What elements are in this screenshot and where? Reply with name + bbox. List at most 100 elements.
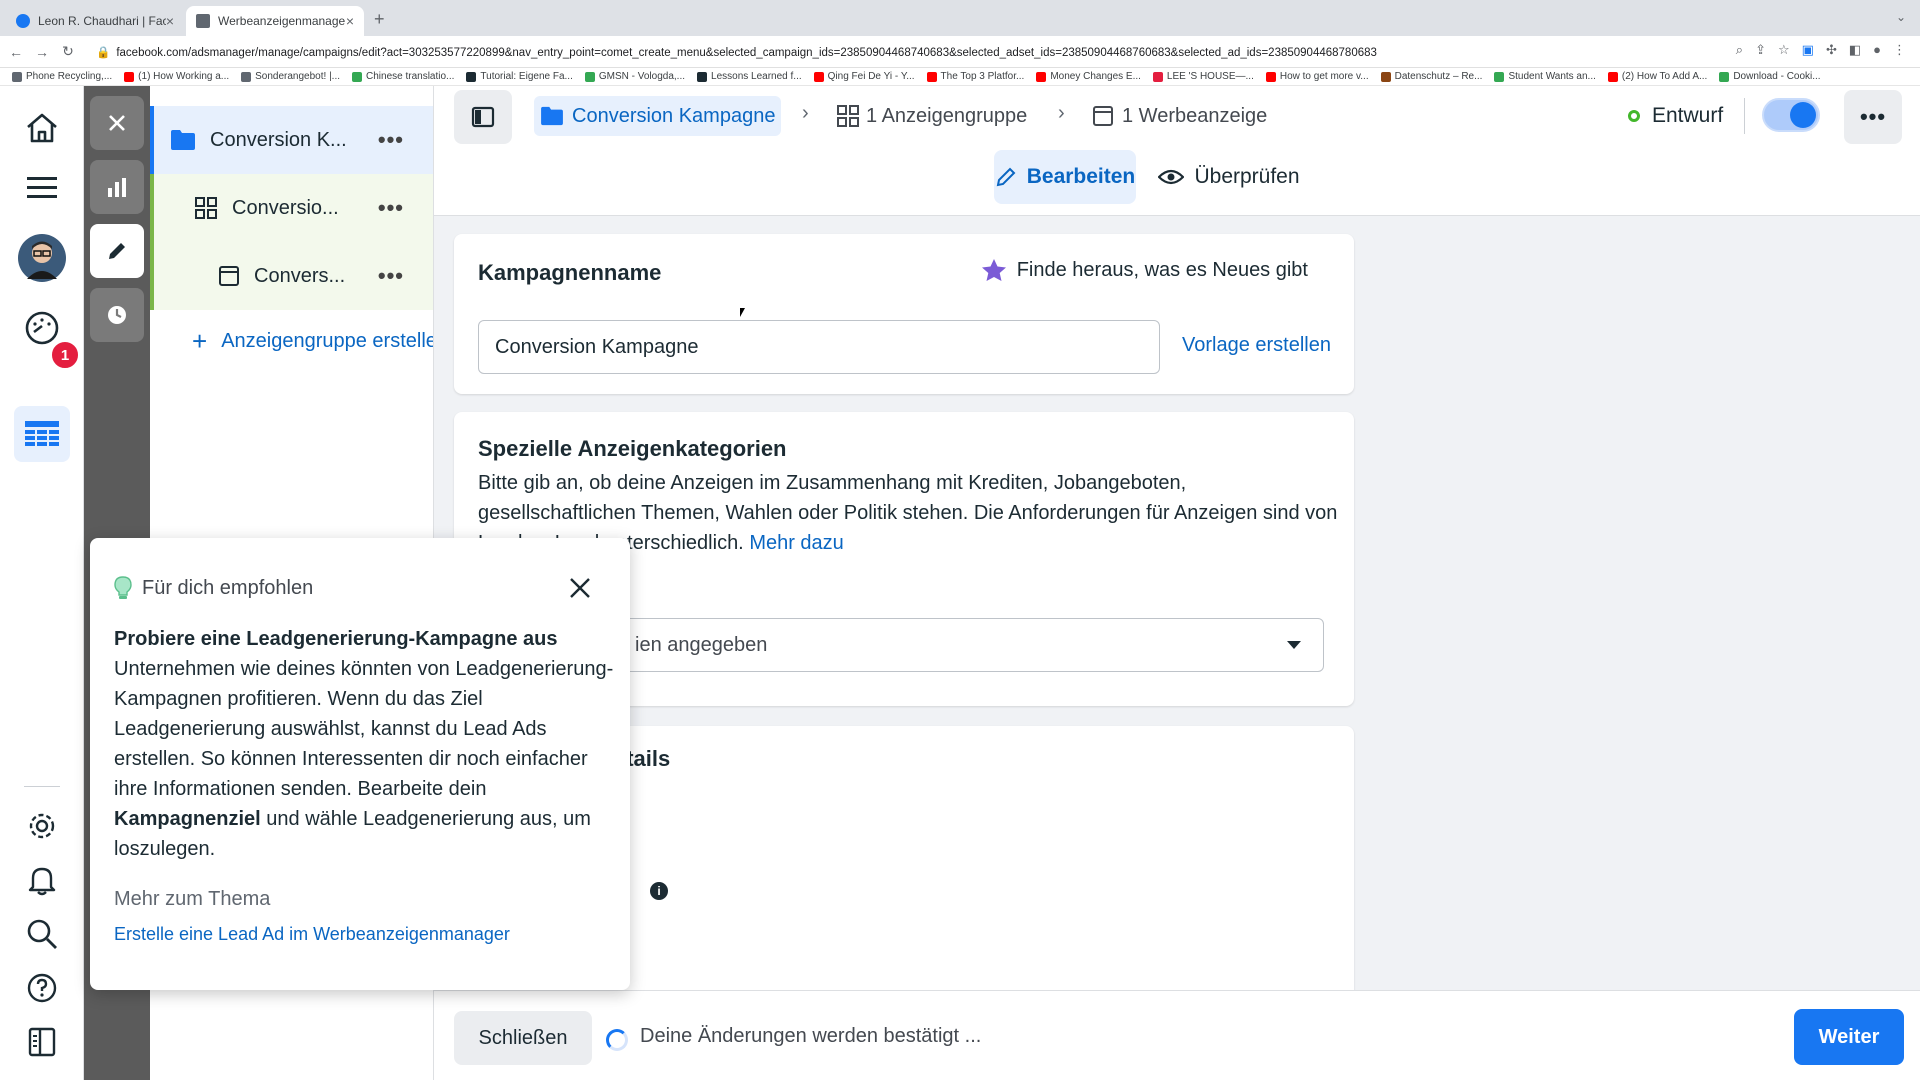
campaign-active-toggle[interactable]: [1762, 98, 1820, 132]
menu-icon: [27, 177, 57, 198]
extensions-puzzle-icon[interactable]: ✣: [1826, 42, 1837, 58]
bookmark-item[interactable]: Download - Cooki...: [1719, 71, 1821, 82]
popover-header: Für dich empfohlen: [114, 576, 313, 600]
bookmark-item[interactable]: Phone Recycling,...: [12, 71, 112, 82]
tab-title: Leon R. Chaudhari | Facebook: [38, 14, 166, 28]
bookmark-item[interactable]: Sonderangebot! |...: [241, 71, 340, 82]
close-button[interactable]: Schließen: [454, 1011, 592, 1065]
browser-tab-adsmanager[interactable]: Werbeanzeigenmanager - Wer ×: [186, 6, 364, 36]
browser-tab-facebook[interactable]: Leon R. Chaudhari | Facebook ×: [6, 6, 184, 36]
close-editor-button[interactable]: [90, 96, 144, 150]
bell-icon: [28, 867, 56, 896]
notifications-button[interactable]: [14, 852, 70, 908]
bookmark-item[interactable]: Student Wants an...: [1494, 71, 1596, 82]
next-button[interactable]: Weiter: [1794, 1009, 1904, 1065]
bookmark-item[interactable]: Tutorial: Eigene Fa...: [466, 71, 573, 82]
tree-item-ad[interactable]: Convers... •••: [150, 242, 433, 310]
bookmark-item[interactable]: How to get more v...: [1265, 71, 1369, 82]
history-button[interactable]: [90, 288, 144, 342]
editor-footer: Schließen Deine Änderungen werden bestät…: [434, 990, 1920, 1080]
extension-facebook-icon[interactable]: ▣: [1802, 42, 1814, 58]
chevron-right-icon: ›: [802, 102, 809, 124]
ad-more-icon[interactable]: •••: [378, 263, 404, 289]
bookmark-item[interactable]: Money Changes E...: [1036, 71, 1141, 82]
whats-new-link[interactable]: Finde heraus, was es Neues gibt: [981, 258, 1308, 282]
sidepanel-icon[interactable]: ◧: [1849, 42, 1861, 58]
toggle-tree-panel-button[interactable]: [454, 90, 512, 144]
search-button[interactable]: [14, 906, 70, 962]
bookmark-item[interactable]: Chinese translatio...: [352, 71, 454, 82]
loading-spinner-icon: [606, 1029, 628, 1051]
campaign-name-input[interactable]: [478, 320, 1160, 374]
bookmark-item[interactable]: (2) How To Add A...: [1607, 71, 1707, 82]
bookmark-item[interactable]: The Top 3 Platfor...: [926, 71, 1024, 82]
topbar-divider: [1744, 98, 1745, 134]
ad-frame-icon: [219, 266, 239, 286]
all-tools-button[interactable]: [14, 160, 70, 216]
breadcrumb-adsets[interactable]: 1 Anzeigengruppe: [836, 96, 1027, 136]
report-problem-button[interactable]: [14, 1014, 70, 1070]
create-adset-link[interactable]: + Anzeigengruppe erstellen: [192, 326, 433, 357]
bookmark-label: Sonderangebot! |...: [255, 71, 341, 82]
bookmark-item[interactable]: LEE 'S HOUSE—...: [1152, 71, 1254, 82]
bookmark-item[interactable]: GMSN - Vologda,...: [584, 71, 685, 82]
facebook-favicon-icon: [16, 14, 30, 28]
browser-menu-icon[interactable]: ⋮: [1893, 42, 1906, 58]
new-tab-icon[interactable]: +: [374, 9, 385, 30]
sidebar-toggle-icon: [471, 106, 495, 128]
tab-close-icon[interactable]: ×: [166, 13, 174, 29]
home-button[interactable]: [14, 100, 70, 156]
account-avatar[interactable]: [14, 230, 70, 286]
help-button[interactable]: [14, 960, 70, 1016]
tab-edit[interactable]: Bearbeiten: [994, 150, 1136, 204]
adset-grid-icon: [195, 197, 217, 219]
more-options-button[interactable]: •••: [1844, 90, 1902, 144]
charts-button[interactable]: [90, 160, 144, 214]
tree-adset-label: Conversio...: [232, 196, 339, 219]
zoom-icon[interactable]: ⌕: [1736, 42, 1743, 58]
bookmark-item[interactable]: Qing Fei De Yi - Y...: [813, 71, 915, 82]
adsmanager-favicon-icon: [196, 14, 210, 28]
tab-search-chevron-icon[interactable]: ⌄: [1896, 10, 1906, 24]
breadcrumb-campaign-label: Conversion Kampagne: [572, 104, 776, 127]
bookmark-label: (1) How Working a...: [138, 71, 230, 82]
pencil-icon: [109, 243, 125, 259]
bookmark-favicon-icon: [466, 71, 477, 82]
tab-close-icon[interactable]: ×: [346, 13, 354, 29]
bookmark-favicon-icon: [926, 71, 937, 82]
info-icon[interactable]: i: [650, 882, 668, 900]
popover-lead-ad-link[interactable]: Erstelle eine Lead Ad im Werbeanzeigenma…: [114, 924, 510, 945]
adset-grid-icon: [837, 105, 859, 127]
forward-icon[interactable]: →: [32, 44, 52, 60]
close-icon[interactable]: [568, 576, 592, 600]
ad-frame-icon: [1093, 106, 1113, 126]
edit-mode-button[interactable]: [90, 224, 144, 278]
reload-icon[interactable]: ↻: [58, 43, 78, 60]
learn-more-link[interactable]: Mehr dazu: [749, 532, 844, 554]
settings-button[interactable]: [14, 798, 70, 854]
adset-more-icon[interactable]: •••: [378, 195, 404, 221]
bookmark-item[interactable]: (1) How Working a...: [124, 71, 229, 82]
recommendation-popover: Für dich empfohlen Probiere eine Leadgen…: [90, 538, 630, 990]
nav-divider: [24, 786, 60, 787]
tab-review[interactable]: Überprüfen: [1154, 150, 1304, 204]
back-icon[interactable]: ←: [6, 44, 26, 60]
breadcrumb-ads[interactable]: 1 Werbeanzeige: [1092, 96, 1267, 136]
more-dots-icon: •••: [1859, 104, 1887, 129]
ads-manager-button[interactable]: [14, 406, 70, 462]
bookmark-item[interactable]: Datenschutz – Re...: [1380, 71, 1482, 82]
tree-item-adset[interactable]: Conversio... •••: [150, 174, 433, 242]
folder-icon: [541, 106, 563, 126]
share-icon[interactable]: ⇪: [1755, 42, 1766, 58]
campaign-more-icon[interactable]: •••: [378, 127, 404, 153]
bookmark-item[interactable]: Lessons Learned f...: [697, 71, 802, 82]
profile-avatar-icon[interactable]: ●: [1873, 42, 1881, 58]
url-field[interactable]: 🔒 facebook.com/adsmanager/manage/campaign…: [96, 45, 1656, 59]
create-template-link[interactable]: Vorlage erstellen: [1182, 334, 1331, 357]
bookmark-favicon-icon: [697, 71, 708, 82]
bookmark-star-icon[interactable]: ☆: [1778, 42, 1790, 58]
bookmark-label: Student Wants an...: [1508, 71, 1596, 82]
bookmark-label: Download - Cooki...: [1733, 71, 1821, 82]
tree-item-campaign[interactable]: Conversion K... •••: [150, 106, 433, 174]
breadcrumb-campaign[interactable]: Conversion Kampagne: [534, 96, 782, 136]
